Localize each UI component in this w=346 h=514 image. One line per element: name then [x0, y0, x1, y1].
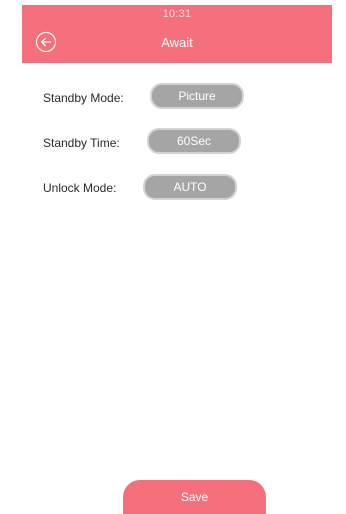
unlock-mode-label: Unlock Mode: [43, 181, 117, 195]
standby-mode-label: Standby Mode: [43, 91, 124, 105]
standby-time-select[interactable]: 60Sec [147, 128, 241, 154]
status-time: 10:31 [162, 8, 192, 20]
standby-mode-select[interactable]: Picture [150, 83, 244, 109]
unlock-mode-select[interactable]: AUTO [143, 174, 237, 200]
standby-time-label: Standby Time: [43, 136, 120, 150]
screen: 10:31 Await Standby Mode: Picture Standb… [22, 5, 332, 514]
page-title: Await [161, 35, 193, 50]
app-bar: 10:31 Await [22, 5, 332, 63]
